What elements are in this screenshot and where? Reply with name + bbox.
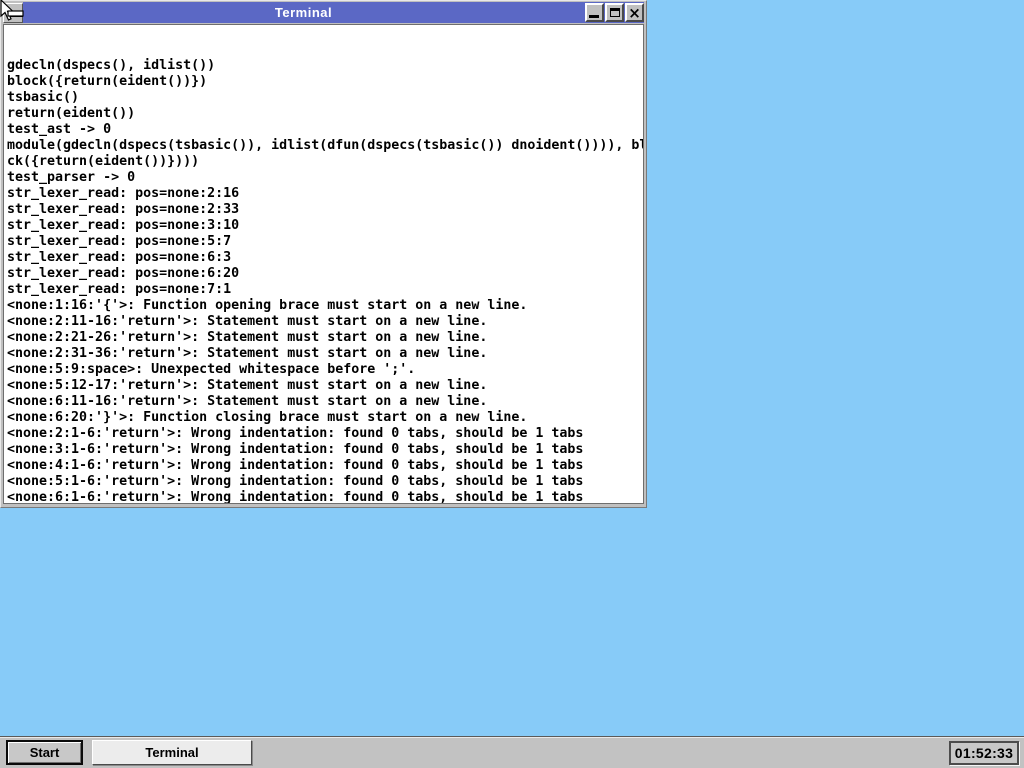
taskbar-item-terminal[interactable]: Terminal <box>92 740 252 765</box>
terminal-window: Terminal × gdecln(dspecs(), idlist()) bl… <box>0 0 647 508</box>
taskbar: Start Terminal 01:52:33 <box>0 736 1024 768</box>
titlebar[interactable]: Terminal <box>23 2 584 23</box>
maximize-button[interactable] <box>605 3 624 22</box>
taskbar-clock: 01:52:33 <box>949 741 1019 765</box>
window-title: Terminal <box>275 5 332 20</box>
close-button[interactable]: × <box>625 3 644 22</box>
start-button[interactable]: Start <box>6 740 83 765</box>
minimize-button[interactable] <box>585 3 604 22</box>
terminal-content[interactable]: gdecln(dspecs(), idlist()) block({return… <box>3 24 644 504</box>
window-controls: × <box>584 2 644 23</box>
close-icon: × <box>628 6 641 20</box>
minimize-icon <box>589 15 599 18</box>
terminal-output: gdecln(dspecs(), idlist()) block({return… <box>7 58 643 504</box>
maximize-icon <box>610 8 620 17</box>
window-menu-icon <box>8 12 23 17</box>
titlebar-row: Terminal × <box>3 2 644 23</box>
desktop: { "colors": { "desktop": "#87cbf8", "tit… <box>0 0 1024 768</box>
window-menu-button[interactable] <box>3 3 23 23</box>
